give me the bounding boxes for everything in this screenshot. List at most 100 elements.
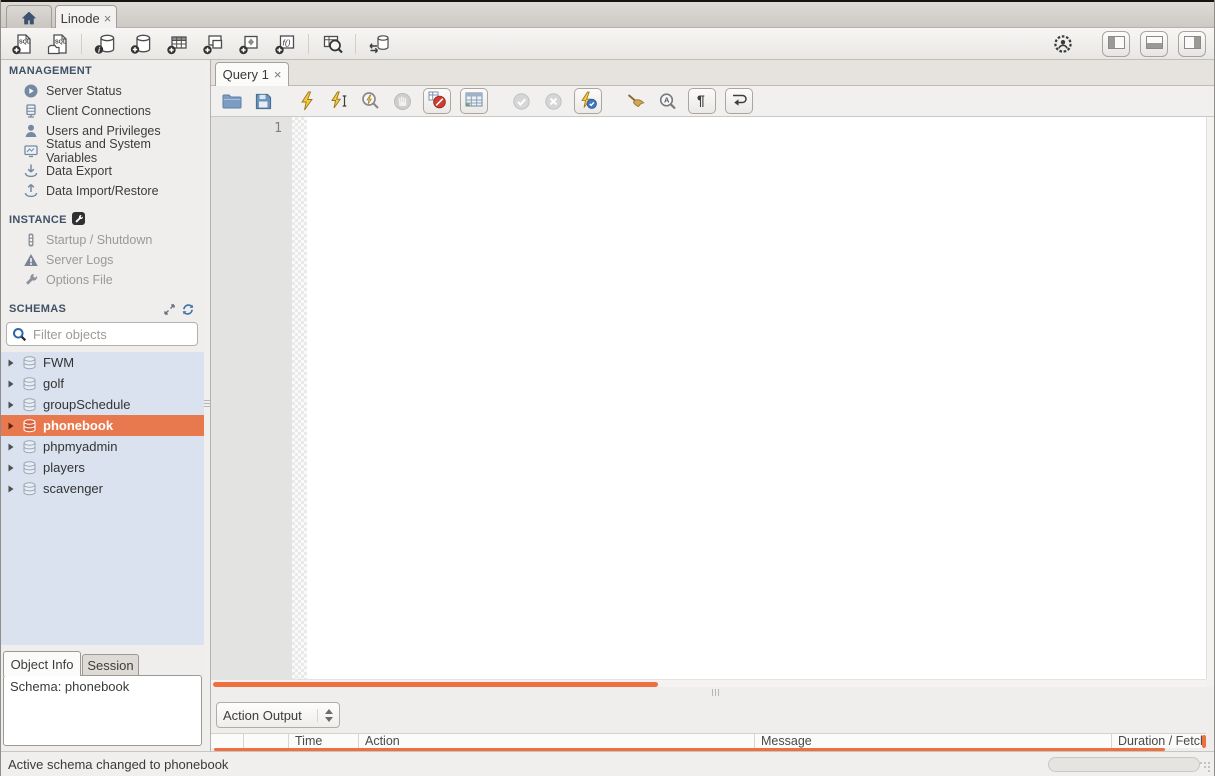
home-tab[interactable] <box>6 5 52 30</box>
expand-schemas-icon[interactable] <box>161 302 177 316</box>
open-sql-script-icon[interactable]: SQL <box>45 32 71 56</box>
sidebar-item-server-status[interactable]: Server Status <box>1 81 204 101</box>
create-schema-icon[interactable] <box>128 32 154 56</box>
sidebar-item-options-file[interactable]: Options File <box>1 270 204 290</box>
schema-filter <box>6 322 198 346</box>
toggle-autocommit-button[interactable] <box>574 88 602 114</box>
column-time[interactable]: Time <box>289 734 359 748</box>
close-icon[interactable]: × <box>104 12 112 25</box>
home-icon <box>21 10 37 26</box>
editor-vertical-scrollbar[interactable] <box>1206 117 1214 679</box>
schema-row-phonebook[interactable]: phonebook <box>1 415 204 436</box>
expand-arrow-icon[interactable] <box>7 380 15 388</box>
sql-editor-text-area[interactable] <box>307 117 1206 679</box>
save-script-icon[interactable] <box>252 89 275 113</box>
expand-arrow-icon[interactable] <box>7 443 15 451</box>
output-vertical-scrollbar[interactable] <box>1202 735 1206 748</box>
schema-row-fwm[interactable]: FWM <box>1 352 204 373</box>
schema-inspector-icon[interactable]: i <box>92 32 118 56</box>
object-info-text: Schema: phonebook <box>10 679 129 694</box>
commit-icon[interactable] <box>510 89 533 113</box>
schema-name: scavenger <box>43 481 103 496</box>
create-view-icon[interactable] <box>200 32 226 56</box>
sql-editor-toolbar: A ¶ <box>211 86 1214 117</box>
close-icon[interactable]: × <box>274 68 282 81</box>
sidebar-item-data-export[interactable]: Data Export <box>1 161 204 181</box>
toggle-wrap-button[interactable] <box>725 88 753 114</box>
tab-query-1[interactable]: Query 1 × <box>215 62 289 86</box>
output-table-header: Time Action Message Duration / Fetch <box>211 733 1206 748</box>
management-header-label: MANAGEMENT <box>9 65 92 77</box>
tab-session[interactable]: Session <box>82 654 139 676</box>
schema-tree: FWM golf groupSchedule phonebook phpmyad <box>1 352 204 645</box>
status-bar: Active schema changed to phonebook <box>1 751 1214 776</box>
sidebar-item-data-import[interactable]: Data Import/Restore <box>1 181 204 201</box>
reconnect-dbms-icon[interactable] <box>366 32 392 56</box>
rollback-icon[interactable] <box>542 89 565 113</box>
startup-shutdown-icon <box>23 232 39 248</box>
editor-horizontal-scrollbar[interactable] <box>211 679 1206 687</box>
toggle-stop-on-error-button[interactable] <box>423 88 451 114</box>
new-sql-tab-icon[interactable]: SQL <box>9 32 35 56</box>
output-splitter[interactable] <box>211 687 1214 697</box>
refresh-schemas-icon[interactable] <box>180 302 196 316</box>
wrap-icon <box>731 92 748 110</box>
expand-arrow-icon[interactable] <box>7 359 15 367</box>
schema-db-icon <box>21 355 37 371</box>
schema-row-phpmyadmin[interactable]: phpmyadmin <box>1 436 204 457</box>
column-action[interactable]: Action <box>359 734 755 748</box>
toggle-bottom-panel-button[interactable] <box>1140 31 1168 57</box>
schema-row-golf[interactable]: golf <box>1 373 204 394</box>
column-index[interactable] <box>244 734 289 748</box>
schema-name: FWM <box>43 355 74 370</box>
sidebar-item-label: Data Import/Restore <box>46 184 159 198</box>
client-connections-icon <box>23 103 39 119</box>
sidebar-item-client-connections[interactable]: Client Connections <box>1 101 204 121</box>
admin-settings-icon[interactable] <box>1050 32 1076 56</box>
toggle-left-sidebar-button[interactable] <box>1102 31 1130 57</box>
schemas-header-label: SCHEMAS <box>9 303 66 315</box>
sidebar-item-label: Options File <box>46 273 113 287</box>
sidebar-item-server-logs[interactable]: Server Logs <box>1 250 204 270</box>
create-function-icon[interactable]: f() <box>272 32 298 56</box>
output-type-select[interactable]: Action Output <box>216 702 340 728</box>
schema-filter-input[interactable] <box>31 326 193 343</box>
tab-object-info[interactable]: Object Info <box>3 651 81 676</box>
limit-rows-button[interactable] <box>460 88 488 114</box>
column-status[interactable] <box>211 734 244 748</box>
column-message[interactable]: Message <box>755 734 1112 748</box>
explain-icon[interactable] <box>359 89 382 113</box>
search-table-data-icon[interactable] <box>319 32 345 56</box>
expand-arrow-icon[interactable] <box>7 464 15 472</box>
toggle-invisibles-button[interactable]: ¶ <box>688 88 716 114</box>
schema-row-groupschedule[interactable]: groupSchedule <box>1 394 204 415</box>
create-table-icon[interactable] <box>164 32 190 56</box>
expand-arrow-icon[interactable] <box>7 422 15 430</box>
schema-db-icon <box>21 376 37 392</box>
toggle-right-sidebar-button[interactable] <box>1178 31 1206 57</box>
connection-tab[interactable]: Linode × <box>55 5 117 30</box>
sql-editor: 1 <box>211 117 1206 679</box>
expand-arrow-icon[interactable] <box>7 485 15 493</box>
open-script-icon[interactable] <box>220 89 243 113</box>
sidebar-item-status-variables[interactable]: Status and System Variables <box>1 141 204 161</box>
schema-row-players[interactable]: players <box>1 457 204 478</box>
resize-grip-icon[interactable] <box>1200 762 1202 764</box>
schema-name: phonebook <box>43 418 113 433</box>
tab-label: Object Info <box>11 657 74 672</box>
find-icon[interactable]: A <box>656 89 679 113</box>
output-panel: Action Output Time Action Message Durati… <box>211 697 1214 751</box>
execute-current-icon[interactable] <box>327 89 350 113</box>
splitter-grip <box>712 689 713 696</box>
toolbar-separator <box>308 34 309 54</box>
beautify-icon[interactable] <box>624 89 647 113</box>
execute-icon[interactable] <box>295 89 318 113</box>
stop-icon[interactable] <box>391 89 414 113</box>
management-section-header: MANAGEMENT <box>9 64 92 78</box>
column-duration-fetch[interactable]: Duration / Fetch <box>1112 734 1206 748</box>
create-procedure-icon[interactable] <box>236 32 262 56</box>
expand-arrow-icon[interactable] <box>7 401 15 409</box>
schema-row-scavenger[interactable]: scavenger <box>1 478 204 499</box>
sidebar-item-startup-shutdown[interactable]: Startup / Shutdown <box>1 230 204 250</box>
status-variables-icon <box>23 143 39 159</box>
